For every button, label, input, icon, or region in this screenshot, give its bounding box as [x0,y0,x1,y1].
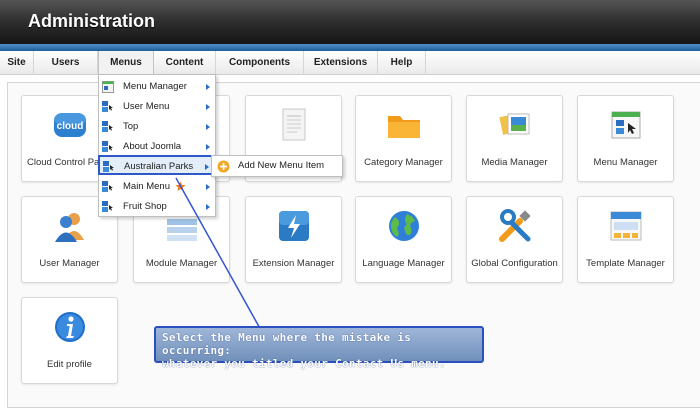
menu-manager-icon [611,111,640,139]
dropdown-item-top[interactable]: Top [99,117,215,137]
dropdown-item-australian-parks[interactable]: Australian Parks [98,155,216,175]
tools-icon [498,209,531,242]
star-icon [175,181,186,192]
dropdown-item-label: Fruit Shop [123,201,167,212]
tile-media-manager[interactable]: Media Manager [466,95,563,182]
tile-label: Template Manager [586,258,665,269]
menu-menus[interactable]: Menus [98,51,154,75]
dropdown-item-about-joomla[interactable]: About Joomla [99,137,215,157]
submenu-arrow-icon [205,164,209,170]
dropdown-item-label: Australian Parks [124,161,194,172]
submenu-arrow-icon [206,84,210,90]
menu-content[interactable]: Content [154,51,216,75]
submenu-arrow-icon [206,184,210,190]
annotation-callout: Select the Menu where the mistake is occ… [154,326,484,370]
tile-label: Menu Manager [593,157,658,168]
tile-language-manager[interactable]: Language Manager [355,196,452,283]
tile-label: Category Manager [364,157,443,168]
dropdown-item-fruit-shop[interactable]: Fruit Shop [99,197,215,217]
menu-icon [102,181,113,192]
cloud-icon: cloud [53,113,86,137]
menu-icon [102,141,113,152]
menus-dropdown: Menu Manager User Menu Top About Joomla [98,74,216,217]
dropdown-item-main-menu[interactable]: Main Menu [99,177,215,197]
tile-label: Language Manager [362,258,445,269]
tile-global-configuration[interactable]: Global Configuration [466,196,563,283]
tile-label: Global Configuration [471,258,558,269]
callout-line-1: Select the Menu where the mistake is occ… [162,331,412,357]
menu-icon [102,201,113,212]
template-icon [610,211,641,241]
tile-label: User Manager [39,258,100,269]
menu-icon [102,121,113,132]
header-stripe [0,44,700,51]
info-icon [54,312,85,342]
media-icon [498,113,529,135]
dropdown-item-label: Top [123,121,139,132]
page-title: Administration [28,11,156,31]
tile-menu-manager[interactable]: Menu Manager [577,95,674,182]
submenu-arrow-icon [206,204,210,210]
folder-icon [387,116,420,138]
submenu-arrow-icon [206,124,210,130]
menu-icon [102,101,113,112]
menu-icon [103,161,114,172]
menu-site[interactable]: Site [0,51,34,75]
tile-label: Extension Manager [252,258,335,269]
submenu-label: Add New Menu Item [238,160,325,171]
callout-line-2: whatever you titled your Contact Us menu… [162,357,446,370]
dropdown-item-label: About Joomla [123,141,182,152]
submenu-arrow-icon [206,104,210,110]
menu-help[interactable]: Help [378,51,426,75]
globe-icon [388,211,419,241]
extension-icon [278,211,309,241]
main-menubar: Site Users Menus Content Components Exte… [0,51,700,75]
dropdown-item-label: Menu Manager [123,81,187,92]
dropdown-item-menu-manager[interactable]: Menu Manager [99,77,215,97]
tile-label: Media Manager [481,157,548,168]
tile-label: Module Manager [145,258,218,269]
cloud-logo-text: cloud [56,121,83,132]
tile-label: Edit profile [47,359,92,370]
dropdown-item-label: Main Menu [123,181,170,192]
add-icon [217,160,230,173]
tile-edit-profile[interactable]: Edit profile [21,297,118,384]
dropdown-item-label: User Menu [123,101,170,112]
menu-components[interactable]: Components [216,51,304,75]
tile-category-manager[interactable]: Category Manager [355,95,452,182]
menu-manager-icon [102,81,114,93]
submenu-arrow-icon [206,144,210,150]
dropdown-item-user-menu[interactable]: User Menu [99,97,215,117]
tile-template-manager[interactable]: Template Manager [577,196,674,283]
admin-header: Administration [0,0,700,48]
document-icon [282,108,305,141]
tile-extension-manager[interactable]: Extension Manager [245,196,342,283]
users-icon [54,213,84,242]
menu-extensions[interactable]: Extensions [304,51,378,75]
submenu-add-new-menu-item[interactable]: Add New Menu Item [211,155,343,177]
menu-users[interactable]: Users [34,51,98,75]
